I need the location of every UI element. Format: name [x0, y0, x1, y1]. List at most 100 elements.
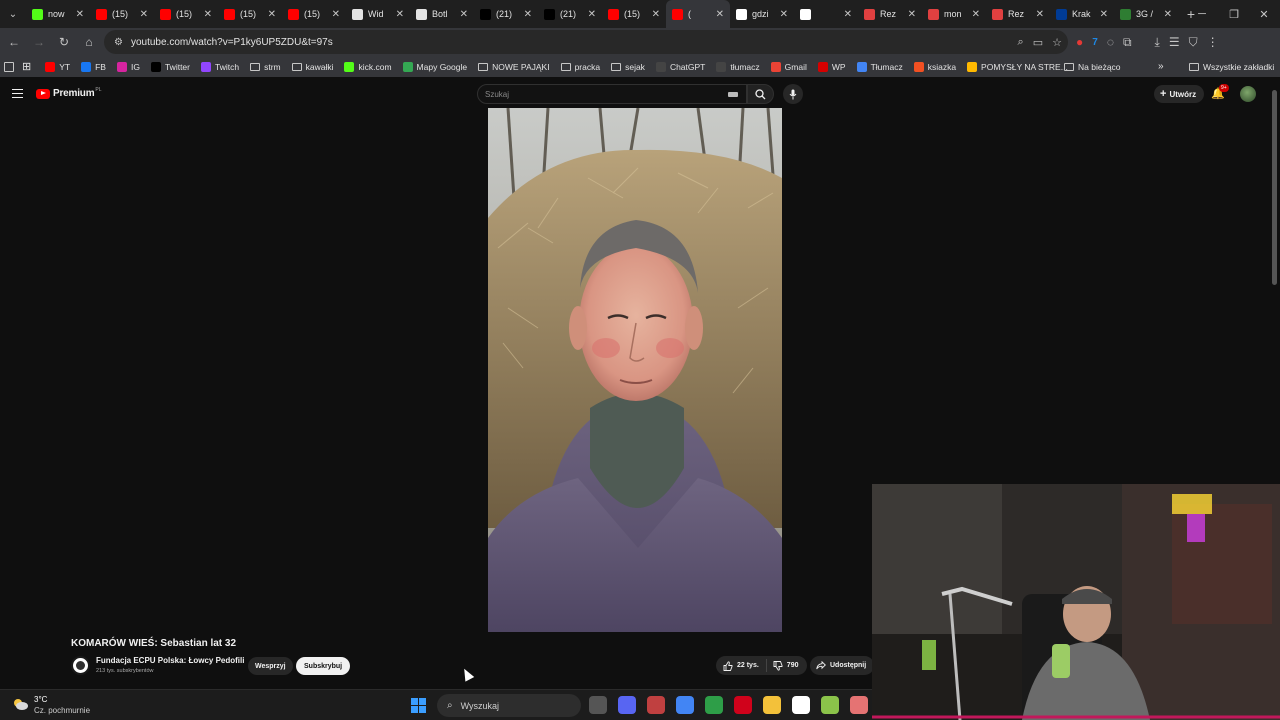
close-tab-icon[interactable]: ✕: [908, 9, 916, 20]
browser-tab[interactable]: (15) ✕: [602, 0, 666, 28]
download-icon[interactable]: ⤓: [1155, 35, 1160, 50]
bookmark-item[interactable]: ChatGPT: [655, 61, 705, 72]
bookmark-item[interactable]: ksiazka: [913, 61, 956, 72]
profile-shield-icon[interactable]: ⛉: [1189, 35, 1198, 50]
all-bookmarks-button[interactable]: Wszystkie zakładki: [1189, 62, 1274, 72]
browser-tab[interactable]: mon ✕: [922, 0, 986, 28]
bookmark-item[interactable]: Mapy Google: [402, 61, 467, 72]
browser-tab[interactable]: (15) ✕: [90, 0, 154, 28]
browser-tab[interactable]: (21) ✕: [538, 0, 602, 28]
browser-tab[interactable]: (✕: [666, 0, 730, 28]
browser-tab[interactable]: Rez ✕: [858, 0, 922, 28]
bookmark-item[interactable]: Tłumacz: [856, 61, 903, 72]
tab-search-icon[interactable]: ⌄: [0, 0, 26, 28]
taskbar-search[interactable]: ⌕ Wyszukaj: [437, 694, 581, 717]
bookmark-item[interactable]: strm: [250, 62, 281, 72]
close-tab-icon[interactable]: ✕: [780, 9, 788, 20]
channel-avatar[interactable]: [71, 656, 90, 675]
bookmark-item[interactable]: Twitch: [200, 61, 239, 72]
copilot-icon[interactable]: [589, 696, 607, 714]
discord-icon[interactable]: [618, 696, 636, 714]
close-tab-icon[interactable]: ✕: [396, 9, 404, 20]
scrollbar-thumb[interactable]: [1272, 90, 1277, 285]
close-tab-icon[interactable]: ✕: [460, 9, 468, 20]
browser-tab[interactable]: now ✕: [26, 0, 90, 28]
cast-icon[interactable]: ▭: [1033, 36, 1043, 49]
stack-icon[interactable]: [821, 696, 839, 714]
notepad-icon[interactable]: [792, 696, 810, 714]
forward-icon[interactable]: →: [27, 30, 51, 54]
browser-tab[interactable]: (15) ✕: [282, 0, 346, 28]
grey-extension-icon[interactable]: ◌: [1107, 35, 1114, 49]
bookmark-item[interactable]: IG: [116, 61, 140, 72]
close-tab-icon[interactable]: ✕: [76, 9, 84, 20]
browser-tab[interactable]: ✕: [794, 0, 858, 28]
browser-tab[interactable]: Rez ✕: [986, 0, 1050, 28]
browser-tab[interactable]: (15) ✕: [218, 0, 282, 28]
dislike-button[interactable]: 790: [767, 660, 805, 671]
zoom-icon[interactable]: ⌕: [1018, 36, 1024, 49]
close-tab-icon[interactable]: ✕: [332, 9, 340, 20]
bookmark-item[interactable]: POMYSŁY NA STRE...: [967, 61, 1068, 72]
browser-tab[interactable]: Wid ✕: [346, 0, 410, 28]
reload-icon[interactable]: ↻: [52, 30, 76, 54]
subscribe-button[interactable]: Subskrybuj: [296, 657, 351, 675]
close-tab-icon[interactable]: ✕: [588, 9, 596, 20]
paint-icon[interactable]: [647, 696, 665, 714]
create-button[interactable]: + Utwórz: [1154, 85, 1205, 103]
join-button[interactable]: Wesprzyj: [248, 657, 293, 675]
minimize-icon[interactable]: ─: [1186, 0, 1218, 28]
close-tab-icon[interactable]: ✕: [716, 9, 724, 20]
youtube-search-box[interactable]: [477, 84, 747, 104]
youtube-logo[interactable]: Premium PL: [36, 87, 102, 99]
apps-grid-icon[interactable]: ⊞: [22, 60, 31, 73]
chrome-icon[interactable]: [676, 696, 694, 714]
page-scrollbar[interactable]: [1271, 80, 1278, 290]
bookmark-item[interactable]: NOWE PAJĄKI: [478, 62, 550, 72]
bookmark-item[interactable]: Gmail: [770, 61, 807, 72]
close-tab-icon[interactable]: ✕: [524, 9, 532, 20]
bookmark-item[interactable]: sejak: [611, 62, 645, 72]
close-window-icon[interactable]: ✕: [1248, 0, 1280, 28]
close-tab-icon[interactable]: ✕: [1036, 9, 1044, 20]
account-avatar[interactable]: [1240, 86, 1256, 102]
bookmark-item[interactable]: FB: [81, 61, 106, 72]
browser-tab[interactable]: Krak ✕: [1050, 0, 1114, 28]
close-tab-icon[interactable]: ✕: [844, 9, 852, 20]
browser-tab[interactable]: (15) ✕: [154, 0, 218, 28]
bookmark-star-icon[interactable]: ☆: [1052, 36, 1062, 49]
maximize-icon[interactable]: ❐: [1218, 0, 1250, 28]
browser-tab[interactable]: (21) ✕: [474, 0, 538, 28]
puzzle-extensions-icon[interactable]: ⧉: [1123, 35, 1132, 50]
close-tab-icon[interactable]: ✕: [1100, 9, 1108, 20]
sidebar-toggle-icon[interactable]: [4, 61, 14, 72]
bookmark-item[interactable]: kawałki: [291, 62, 333, 72]
close-tab-icon[interactable]: ✕: [972, 9, 980, 20]
keyboard-icon[interactable]: [728, 92, 738, 97]
record-extension-icon[interactable]: ●: [1076, 35, 1083, 49]
browser-tab[interactable]: Botl ✕: [410, 0, 474, 28]
file-explorer-icon[interactable]: [763, 696, 781, 714]
bookmark-item[interactable]: pracka: [560, 62, 600, 72]
media-queue-icon[interactable]: ☰: [1169, 35, 1180, 49]
site-info-icon[interactable]: ⚙: [114, 37, 123, 48]
bookmark-item[interactable]: YT: [45, 61, 70, 72]
close-tab-icon[interactable]: ✕: [140, 9, 148, 20]
voice-search-button[interactable]: [783, 84, 803, 104]
bookmark-item[interactable]: Twitter: [150, 61, 190, 72]
bookmark-item[interactable]: tłumacz: [716, 61, 760, 72]
close-tab-icon[interactable]: ✕: [204, 9, 212, 20]
bookmark-item[interactable]: kick.com: [344, 61, 392, 72]
bookmark-item[interactable]: WP: [817, 61, 846, 72]
video-player[interactable]: [488, 108, 782, 632]
address-bar[interactable]: ⚙ youtube.com/watch?v=P1ky6UP5ZDU&t=97s …: [104, 30, 1068, 54]
close-tab-icon[interactable]: ✕: [268, 9, 276, 20]
share-button[interactable]: Udostępnij: [810, 656, 875, 675]
media-icon[interactable]: [850, 696, 868, 714]
shield-browser-icon[interactable]: [705, 696, 723, 714]
close-tab-icon[interactable]: ✕: [652, 9, 660, 20]
guide-menu-icon[interactable]: [12, 89, 23, 98]
back-icon[interactable]: ←: [2, 30, 26, 54]
search-button[interactable]: [747, 84, 774, 104]
browser-tab[interactable]: gdzi ✕: [730, 0, 794, 28]
